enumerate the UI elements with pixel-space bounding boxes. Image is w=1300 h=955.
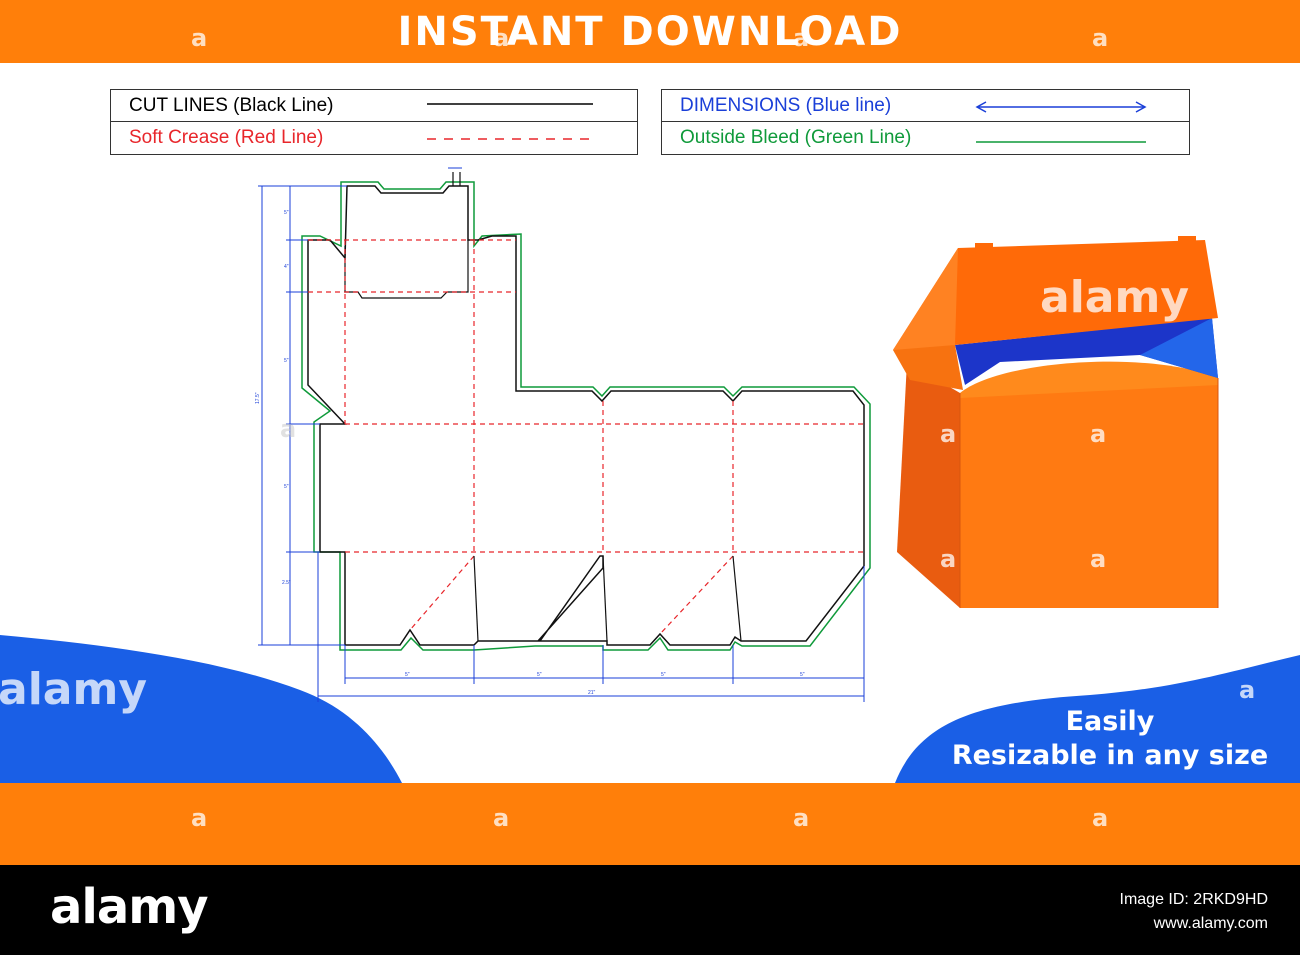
footer-bar: alamy Image ID: 2RKD9HD www.alamy.com: [0, 865, 1300, 955]
watermark-mark: a: [280, 415, 297, 443]
dimension-arrow-icon: [975, 101, 1147, 113]
watermark-mark: a: [940, 545, 957, 573]
dim-v-seg-1: 5": [284, 210, 289, 216]
top-tab-cut: [344, 240, 469, 299]
watermark-mark: a: [191, 24, 208, 52]
tagline: Easily Resizable in any size: [930, 705, 1290, 773]
legend-row-soft-crease: Soft Crease (Red Line): [111, 122, 637, 154]
dim-panel-4: 5": [800, 672, 805, 678]
box-lid-tab-right: [1178, 236, 1196, 242]
legend-row-cut-lines: CUT LINES (Black Line): [111, 90, 637, 122]
footer-site: www.alamy.com: [1153, 915, 1268, 932]
dim-panel-1: 5": [405, 672, 410, 678]
bleed-line-sample-icon: [976, 141, 1146, 143]
legend-label-dimensions: DIMENSIONS (Blue line): [680, 95, 892, 116]
tagline-line-2: Resizable in any size: [951, 740, 1269, 771]
box-front: [960, 378, 1218, 608]
legend-left: CUT LINES (Black Line) Soft Crease (Red …: [110, 89, 638, 155]
dim-width-total: 21": [588, 690, 596, 696]
box-lid-tab-left: [975, 243, 993, 249]
dim-v-seg-2: 4": [284, 264, 289, 270]
watermark-text: alamy: [0, 664, 147, 715]
dimension-label-group: 17.5" 5" 4" 5" 5" 2.5" 5" 5" 5" 5" 21": [255, 210, 805, 696]
watermark-mark: a: [1239, 676, 1256, 704]
dim-v-seg-4: 5": [284, 484, 289, 490]
legend-row-dimensions: DIMENSIONS (Blue line): [662, 90, 1189, 122]
flap-cuts: [473, 555, 742, 642]
footer-meta: Image ID: 2RKD9HD www.alamy.com: [1120, 888, 1269, 936]
legend-label-cut-lines: CUT LINES (Black Line): [129, 95, 334, 116]
watermark-mark: a: [1092, 804, 1109, 832]
dim-panel-3: 5": [661, 672, 666, 678]
legend-label-soft-crease: Soft Crease (Red Line): [129, 127, 324, 148]
legend-right: DIMENSIONS (Blue line) Outside Bleed (Gr…: [661, 89, 1190, 155]
watermark-mark: a: [793, 24, 810, 52]
dimension-lines: [258, 167, 865, 702]
tagline-line-1: Easily: [1065, 706, 1155, 737]
watermark-mark: a: [1090, 420, 1107, 448]
watermark-text: alamy: [1040, 272, 1189, 323]
watermark-mark: a: [191, 804, 208, 832]
watermark-mark: a: [940, 420, 957, 448]
watermark-mark: a: [493, 24, 510, 52]
watermark-mark: a: [1090, 545, 1107, 573]
dim-height-total: 17.5": [255, 392, 261, 404]
dieline-diagram: 17.5" 5" 4" 5" 5" 2.5" 5" 5" 5" 5" 21": [255, 167, 871, 702]
watermark-mark: a: [793, 804, 810, 832]
box-lid-side: [893, 248, 958, 362]
legend-label-outside-bleed: Outside Bleed (Green Line): [680, 127, 912, 148]
watermark-mark: a: [1092, 24, 1109, 52]
footer-brand-logo: alamy: [50, 879, 209, 935]
cut-line-sample-icon: [427, 103, 593, 105]
dim-panel-2: 5": [537, 672, 542, 678]
legend-row-outside-bleed: Outside Bleed (Green Line): [662, 122, 1189, 154]
footer-image-id: Image ID: 2RKD9HD: [1119, 891, 1269, 908]
tuck-slot-icon: [452, 172, 461, 186]
banner-title: INSTANT DOWNLOAD: [397, 8, 903, 55]
dim-v-seg-5: 2.5": [282, 580, 291, 586]
cut-outline: [307, 185, 865, 646]
box-lid-flap: [893, 345, 963, 390]
dim-v-seg-3: 5": [284, 358, 289, 364]
crease-line-sample-icon: [427, 138, 593, 140]
bleed-outline: [301, 181, 871, 651]
watermark-mark: a: [493, 804, 510, 832]
